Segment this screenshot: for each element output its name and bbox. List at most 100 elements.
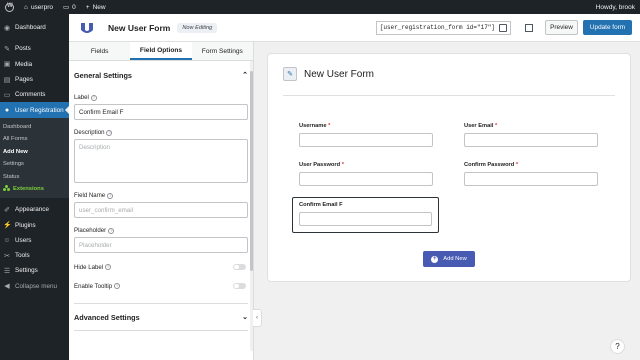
comment-icon: ▭	[3, 91, 11, 99]
new-label: New	[92, 3, 106, 11]
general-settings-title: General Settings	[74, 70, 132, 80]
menu-label: Pages	[15, 76, 33, 84]
description-textarea[interactable]: Description	[74, 139, 248, 183]
required-marker: *	[515, 162, 519, 168]
collapse-panel-handle[interactable]: ‹	[253, 309, 262, 327]
menu-label: Posts	[15, 45, 31, 53]
field-label-text: Confirm Password	[464, 162, 515, 168]
submenu-extensions-label: Extensions	[13, 185, 44, 192]
new-content-link[interactable]: + New	[81, 4, 111, 11]
fullscreen-icon[interactable]	[525, 23, 533, 32]
label-text: Label	[74, 94, 89, 101]
panel-scrollbar[interactable]	[250, 61, 253, 351]
menu-label: Media	[15, 60, 33, 68]
help-icon[interactable]: ?	[108, 227, 115, 234]
preview-button[interactable]: Preview	[545, 20, 578, 35]
hide-label-text: Hide Label	[74, 263, 104, 271]
menu-plugins[interactable]: ⚡ Plugins	[0, 217, 69, 232]
wp-logo-menu[interactable]	[0, 2, 19, 12]
menu-media[interactable]: ▣ Media	[0, 57, 69, 72]
menu-label: Comments	[15, 91, 46, 99]
hide-label-toggle[interactable]	[233, 263, 246, 271]
confirm-password-input-preview	[464, 172, 598, 186]
advanced-settings-header[interactable]: Advanced Settings ⌄	[69, 304, 253, 330]
menu-appearance[interactable]: ✐ Appearance	[0, 202, 69, 217]
field-label: Confirm Email F	[299, 202, 343, 208]
enable-tooltip-toggle[interactable]	[233, 282, 246, 290]
update-form-button[interactable]: Update form	[583, 20, 632, 35]
settings-icon: ☰	[3, 267, 11, 275]
tab-form-settings[interactable]: Form Settings	[191, 42, 253, 60]
menu-comments[interactable]: ▭ Comments	[0, 87, 69, 102]
field-label: Username *	[299, 123, 433, 129]
submenu-extensions[interactable]: Extensions	[0, 183, 69, 195]
edit-title-icon[interactable]: ✎	[283, 67, 297, 81]
menu-users[interactable]: ☺ Users	[0, 233, 69, 248]
submenu-status[interactable]: Status	[0, 170, 69, 182]
submenu-all-forms[interactable]: All Forms	[0, 133, 69, 145]
shortcode-field[interactable]: [user_registration_form id="17"]	[375, 20, 511, 35]
help-icon[interactable]: ?	[90, 94, 97, 101]
tab-fields[interactable]: Fields	[69, 42, 131, 60]
menu-dashboard[interactable]: ◉ Dashboard	[0, 20, 69, 35]
page-icon: ▤	[3, 76, 11, 84]
hide-label-row: Hide Label?	[69, 259, 253, 275]
user-password-field[interactable]: User Password *	[299, 162, 433, 186]
field-name-option-label: Field Name?	[69, 192, 253, 199]
placeholder-input[interactable]: Placeholder	[74, 237, 248, 253]
confirm-email-field-selected[interactable]: Confirm Email F	[292, 197, 439, 233]
tab-field-options[interactable]: Field Options	[130, 42, 192, 60]
home-icon: ⌂	[24, 3, 28, 11]
menu-user-registration[interactable]: ● User Registration	[0, 102, 69, 118]
label-option-label: Label?	[69, 94, 253, 101]
help-icon[interactable]: ?	[105, 264, 112, 270]
username-field[interactable]: Username *	[299, 123, 433, 147]
comments-link[interactable]: ▭ 0	[58, 3, 81, 12]
field-label: User Email *	[464, 123, 598, 129]
help-icon[interactable]: ?	[114, 283, 121, 289]
dashboard-icon: ◉	[3, 24, 11, 32]
account-menu[interactable]: Howdy, brook	[591, 4, 640, 11]
submenu-add-new[interactable]: Add New	[0, 146, 69, 158]
enable-tooltip-row: Enable Tooltip?	[69, 278, 253, 294]
help-icon[interactable]: ?	[106, 129, 113, 136]
help-question-icon[interactable]: ?	[610, 339, 625, 354]
admin-bar: ⌂userpro ▭0 +New Howdy, brook	[0, 0, 640, 14]
label-input[interactable]: Confirm Email F	[74, 104, 248, 120]
menu-posts[interactable]: ✎ Posts	[0, 41, 69, 56]
user-registration-logo-icon	[80, 21, 94, 35]
comments-count: 0	[72, 3, 76, 11]
menu-collapse[interactable]: ◀ Collapse menu	[0, 279, 69, 294]
copy-icon[interactable]	[499, 23, 507, 32]
wrench-icon: ✂	[4, 252, 10, 260]
form-title: New User Form	[108, 22, 171, 33]
required-marker: *	[495, 123, 498, 129]
menu-tools[interactable]: ✂ Tools	[0, 248, 69, 263]
menu-pages[interactable]: ▤ Pages	[0, 72, 69, 87]
section-divider	[74, 330, 248, 331]
media-icon: ▣	[3, 61, 11, 69]
general-settings-header[interactable]: General Settings ⌃	[69, 61, 253, 89]
panel-tabs: Fields Field Options Form Settings	[69, 42, 253, 61]
wp-admin-sidebar: ◉ Dashboard ✎ Posts ▣ Media ▤ Pages ▭ Comment…	[0, 14, 69, 360]
user-email-field[interactable]: User Email *	[464, 123, 598, 147]
collapse-icon: ◀	[4, 283, 10, 291]
submenu-settings[interactable]: Settings	[0, 158, 69, 170]
users-icon: ☺	[3, 236, 11, 244]
field-name-input[interactable]: user_confirm_email	[74, 202, 248, 218]
canvas-header: ✎ New User Form	[283, 67, 374, 81]
submenu-dashboard[interactable]: Dashboard	[0, 121, 69, 133]
site-name-link[interactable]: ⌂ userpro	[19, 4, 58, 11]
brush-icon: ✐	[4, 206, 10, 214]
menu-settings[interactable]: ☰ Settings	[0, 263, 69, 278]
add-new-row-button[interactable]: + Add New	[423, 251, 475, 267]
field-label-text: User Email	[464, 123, 494, 129]
confirm-password-field[interactable]: Confirm Password *	[464, 162, 598, 186]
field-label: Confirm Password *	[464, 162, 598, 168]
chevron-up-icon: ⌃	[242, 72, 248, 79]
canvas-form-title: New User Form	[304, 68, 375, 80]
user-password-input-preview	[299, 172, 433, 186]
help-icon[interactable]: ?	[107, 192, 114, 199]
menu-label: Plugins	[15, 221, 36, 229]
menu-label: Users	[15, 236, 32, 244]
